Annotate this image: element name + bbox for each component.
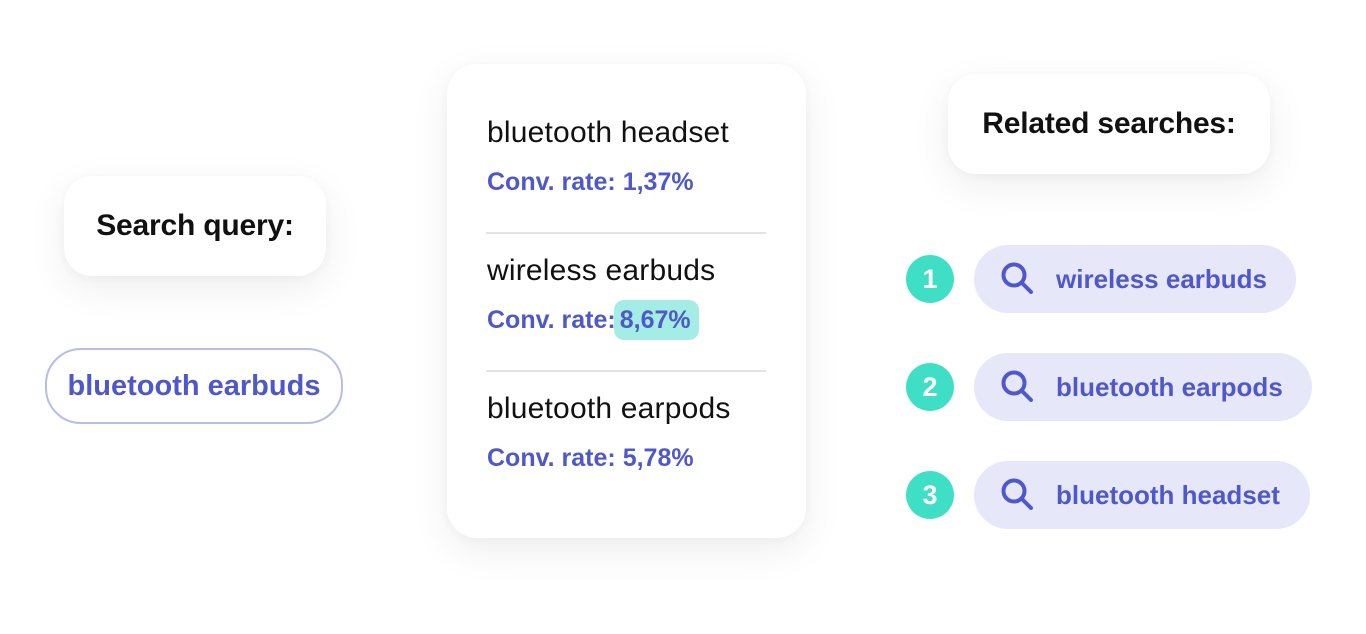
conv-rate-value-highlighted: 8,67% <box>613 300 699 340</box>
related-search-text: wireless earbuds <box>1056 263 1267 294</box>
search-icon <box>1001 478 1033 510</box>
related-search-text: bluetooth earpods <box>1056 371 1283 402</box>
search-query-value: bluetooth earbuds <box>67 369 321 402</box>
result-conv-rate: Conv. rate: 5,78% <box>487 444 766 473</box>
related-search-item[interactable]: 1 wireless earbuds <box>906 245 1296 313</box>
result-conv-rate: Conv. rate: 8,67% <box>487 300 766 340</box>
conv-rate-label: Conv. rate: <box>487 444 616 472</box>
related-search-pill[interactable]: wireless earbuds <box>974 245 1296 313</box>
related-search-item[interactable]: 3 bluetooth headset <box>906 461 1310 529</box>
related-search-item[interactable]: 2 bluetooth earpods <box>906 353 1312 421</box>
search-query-label-card: Search query: <box>64 176 326 276</box>
related-search-text: bluetooth headset <box>1056 479 1280 510</box>
divider <box>486 232 766 234</box>
divider <box>486 370 766 372</box>
result-item[interactable]: bluetooth earpods Conv. rate: 5,78% <box>487 392 766 473</box>
result-item[interactable]: wireless earbuds Conv. rate: 8,67% <box>487 254 766 340</box>
rank-badge: 1 <box>906 255 954 303</box>
results-card: bluetooth headset Conv. rate: 1,37% wire… <box>447 64 806 538</box>
related-searches-label: Related searches: <box>982 107 1236 140</box>
search-icon <box>1001 262 1033 294</box>
search-icon <box>1001 370 1033 402</box>
result-name: bluetooth earpods <box>487 392 731 425</box>
rank-badge: 3 <box>906 471 954 519</box>
result-name: bluetooth headset <box>487 116 729 149</box>
conv-rate-label: Conv. rate: <box>487 306 616 334</box>
result-conv-rate: Conv. rate: 1,37% <box>487 168 766 197</box>
related-search-pill[interactable]: bluetooth earpods <box>974 353 1312 421</box>
result-item[interactable]: bluetooth headset Conv. rate: 1,37% <box>487 116 766 197</box>
conv-rate-label: Conv. rate: <box>487 168 616 196</box>
conv-rate-value: 5,78% <box>622 444 694 472</box>
search-query-label: Search query: <box>96 209 294 242</box>
result-name: wireless earbuds <box>487 254 716 287</box>
related-searches-label-card: Related searches: <box>948 74 1270 174</box>
search-query-pill[interactable]: bluetooth earbuds <box>45 348 343 424</box>
rank-badge: 2 <box>906 363 954 411</box>
conv-rate-value: 1,37% <box>622 168 694 196</box>
related-search-pill[interactable]: bluetooth headset <box>974 461 1310 529</box>
